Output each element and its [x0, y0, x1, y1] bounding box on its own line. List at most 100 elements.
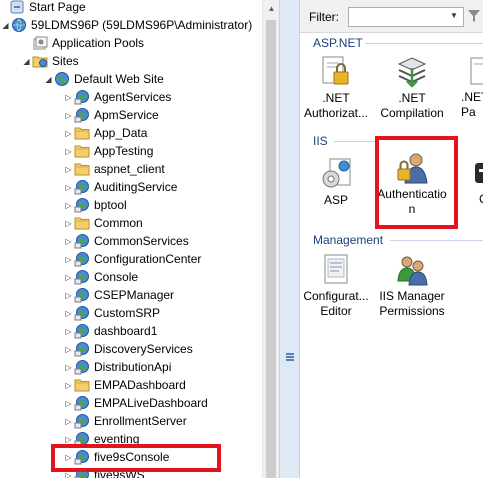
group-divider	[365, 43, 483, 44]
tree-item[interactable]: ▷ ApmService	[63, 106, 159, 124]
collapse-arrow-icon[interactable]: ▷	[63, 124, 74, 142]
tree-item-label: AuditingService	[94, 180, 178, 194]
expand-arrow-icon[interactable]: ◢	[0, 16, 11, 34]
collapse-arrow-icon[interactable]: ▷	[63, 340, 74, 358]
tree-item[interactable]: ▷ CustomSRP	[63, 304, 160, 322]
collapse-arrow-icon[interactable]: ▷	[63, 142, 74, 160]
collapse-arrow-icon[interactable]: ▷	[63, 412, 74, 430]
filter-label: Filter:	[309, 10, 339, 24]
feature-configuration-editor[interactable]: Configurat... Editor	[300, 252, 372, 319]
filter-funnel-icon[interactable]	[468, 9, 480, 26]
collapse-arrow-icon[interactable]: ▷	[63, 106, 74, 124]
expand-arrow-icon[interactable]: ◢	[43, 70, 54, 88]
tree-item[interactable]: ▷ five9sConsole	[63, 448, 169, 466]
tree-item[interactable]: ▷ AppTesting	[63, 142, 153, 160]
tree-item[interactable]: ▷ AuditingService	[63, 178, 177, 196]
tree-item[interactable]: ▷ EMPADashboard	[63, 376, 186, 394]
collapse-arrow-icon[interactable]: ▷	[63, 178, 74, 196]
feature-label: IIS Manager Permissions	[379, 289, 445, 318]
collapse-arrow-icon[interactable]: ▷	[63, 88, 74, 106]
tree-item-label: Console	[94, 270, 139, 284]
feature-net-pages[interactable]: .NET Pa	[452, 54, 483, 120]
tree-item-label: EMPADashboard	[94, 378, 186, 392]
web-app-icon	[74, 413, 90, 429]
feature-asp[interactable]: ASP	[300, 156, 372, 208]
server-icon	[11, 17, 27, 33]
tree-item[interactable]: ◢ 59LDMS96P (59LDMS96P\Administrator)	[0, 16, 252, 34]
collapse-arrow-icon[interactable]: ▷	[63, 322, 74, 340]
tree-scrollbar[interactable]: ▲	[262, 0, 279, 478]
collapse-arrow-icon[interactable]: ▷	[63, 430, 74, 448]
tree-item[interactable]: Application Pools	[21, 34, 144, 52]
feature-net-authorization[interactable]: .NET Authorizat...	[300, 54, 372, 121]
web-app-icon	[74, 107, 90, 123]
tree-item[interactable]: Start Page	[9, 0, 86, 16]
filter-input[interactable]	[348, 7, 464, 27]
collapse-arrow-icon[interactable]: ▷	[63, 466, 74, 478]
tree-item-label: eventing	[94, 432, 140, 446]
collapse-arrow-icon[interactable]: ▷	[63, 358, 74, 376]
filter-dropdown-icon[interactable]: ▼	[450, 11, 458, 20]
web-app-icon	[74, 467, 90, 478]
scroll-up-icon[interactable]: ▲	[263, 0, 280, 17]
feature-label: ASP	[323, 193, 348, 207]
web-app-icon	[74, 431, 90, 447]
filter-bar: Filter: ▼	[300, 0, 483, 33]
tree-item[interactable]: ▷ EnrollmentServer	[63, 412, 187, 430]
tree-item-label: CSEPManager	[94, 288, 175, 302]
tree-item[interactable]: ▷ DistributionApi	[63, 358, 171, 376]
tree-item[interactable]: ▷ App_Data	[63, 124, 147, 142]
collapse-arrow-icon[interactable]: ▷	[63, 232, 74, 250]
tree-item[interactable]: ▷ CommonServices	[63, 232, 189, 250]
web-app-icon	[74, 233, 90, 249]
web-app-icon	[74, 359, 90, 375]
authentication-icon	[392, 150, 432, 186]
tree-item[interactable]: ▷ eventing	[63, 430, 139, 448]
web-app-icon	[74, 179, 90, 195]
collapse-arrow-icon[interactable]: ▷	[63, 268, 74, 286]
collapse-arrow-icon[interactable]: ▷	[63, 160, 74, 178]
asp-icon	[316, 156, 356, 192]
splitter-grip-icon[interactable]	[286, 353, 294, 362]
feature-iis-manager-permissions[interactable]: IIS Manager Permissions	[376, 252, 448, 319]
expand-arrow-icon[interactable]: ◢	[21, 52, 32, 70]
scrollbar-thumb[interactable]	[266, 20, 276, 478]
folder-icon	[74, 125, 90, 141]
tree-item[interactable]: ▷ dashboard1	[63, 322, 157, 340]
collapse-arrow-icon[interactable]: ▷	[63, 394, 74, 412]
folder-icon	[74, 377, 90, 393]
connections-tree[interactable]: Start Page ◢ 59LDMS96P (59LDMS96P\Administ…	[0, 0, 262, 478]
collapse-arrow-icon[interactable]: ▷	[63, 376, 74, 394]
tree-item[interactable]: ▷ five9sWS	[63, 466, 145, 478]
collapse-arrow-icon[interactable]: ▷	[63, 304, 74, 322]
collapse-arrow-icon[interactable]: ▷	[63, 214, 74, 232]
tree-item[interactable]: ▷ EMPALiveDashboard	[63, 394, 208, 412]
tree-item[interactable]: ▷ Common	[63, 214, 142, 232]
tree-item[interactable]: ▷ CSEPManager	[63, 286, 174, 304]
tree-item-label: bptool	[94, 198, 127, 212]
feature-net-compilation[interactable]: .NET Compilation	[376, 54, 448, 121]
tree-item-label: DiscoveryServices	[94, 342, 193, 356]
tree-item[interactable]: ▷ bptool	[63, 196, 127, 214]
tree-item[interactable]: ◢ Sites	[21, 52, 78, 70]
tree-item[interactable]: ▷ DiscoveryServices	[63, 340, 193, 358]
pane-splitter[interactable]	[279, 0, 300, 478]
folder-icon	[74, 143, 90, 159]
folder-icon	[74, 161, 90, 177]
tree-item[interactable]: ▷ Console	[63, 268, 138, 286]
tree-item-label: aspnet_client	[94, 162, 165, 176]
app-pools-icon	[32, 35, 48, 51]
feature-cgi[interactable]: C	[452, 156, 483, 207]
cgi-icon	[452, 156, 483, 192]
collapse-arrow-icon[interactable]: ▷	[63, 286, 74, 304]
tree-item[interactable]: ◢ Default Web Site	[43, 70, 164, 88]
collapse-arrow-icon[interactable]: ▷	[63, 448, 74, 466]
collapse-arrow-icon[interactable]: ▷	[63, 250, 74, 268]
tree-item-label: 59LDMS96P (59LDMS96P\Administrator)	[31, 18, 253, 32]
globe-icon	[54, 71, 70, 87]
collapse-arrow-icon[interactable]: ▷	[63, 196, 74, 214]
feature-authentication[interactable]: Authentication	[376, 150, 448, 217]
tree-item[interactable]: ▷ ConfigurationCenter	[63, 250, 201, 268]
tree-item[interactable]: ▷ aspnet_client	[63, 160, 165, 178]
tree-item[interactable]: ▷ AgentServices	[63, 88, 171, 106]
